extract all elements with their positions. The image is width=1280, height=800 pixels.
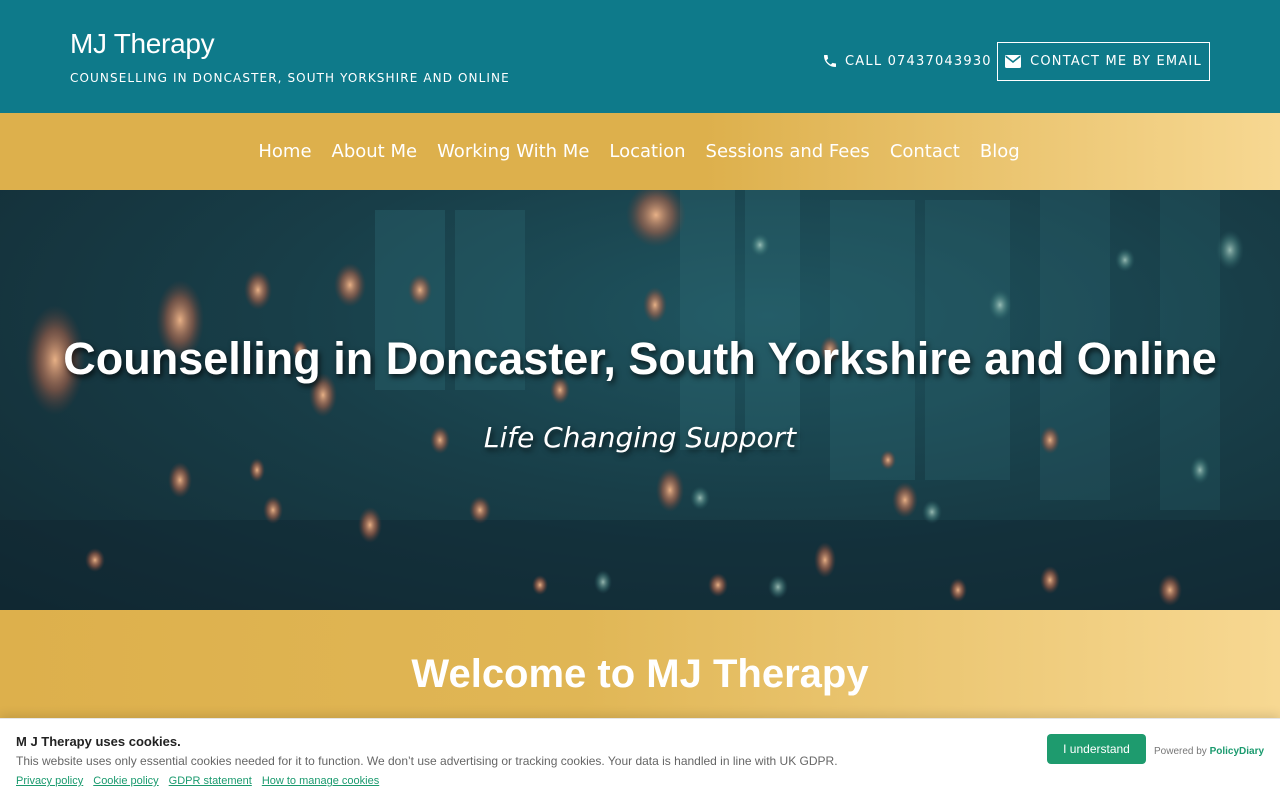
powered-by-prefix: Powered by [1154, 746, 1207, 757]
cookie-policy-link[interactable]: Cookie policy [93, 775, 158, 787]
hero-title: Counselling in Doncaster, South Yorkshir… [63, 333, 1217, 384]
nav-item-blog[interactable]: Blog [980, 141, 1020, 162]
cookie-links: Privacy policy Cookie policy GDPR statem… [16, 775, 379, 787]
nav-item-working-with-me[interactable]: Working With Me [437, 141, 589, 162]
gdpr-statement-link[interactable]: GDPR statement [169, 775, 252, 787]
policydiary-link[interactable]: PolicyDiary [1210, 746, 1264, 757]
welcome-title: Welcome to MJ Therapy [411, 652, 869, 696]
powered-by: Powered by PolicyDiary [1154, 746, 1264, 757]
site-header: MJ Therapy COUNSELLING IN DONCASTER, SOU… [0, 0, 1280, 113]
manage-cookies-link[interactable]: How to manage cookies [262, 775, 379, 787]
nav-item-about-me[interactable]: About Me [332, 141, 418, 162]
hero-tagline: Life Changing Support [483, 421, 797, 454]
phone-icon [824, 55, 836, 67]
hero-background-image [0, 190, 1280, 610]
email-button-label: CONTACT ME BY EMAIL [1030, 54, 1202, 69]
brand-title[interactable]: MJ Therapy [70, 28, 215, 60]
cookie-banner: M J Therapy uses cookies. This website u… [0, 718, 1280, 800]
hero-banner: Counselling in Doncaster, South Yorkshir… [0, 190, 1280, 610]
nav-item-home[interactable]: Home [258, 141, 311, 162]
nav-item-location[interactable]: Location [609, 141, 685, 162]
contact-email-button[interactable]: CONTACT ME BY EMAIL [997, 42, 1210, 81]
cookie-banner-text: This website uses only essential cookies… [16, 754, 838, 768]
call-label: CALL 07437043930 [845, 53, 992, 69]
brand-subtitle: COUNSELLING IN DONCASTER, SOUTH YORKSHIR… [70, 71, 510, 85]
envelope-icon [1005, 55, 1022, 68]
accept-cookies-button[interactable]: I understand [1047, 734, 1146, 764]
nav-item-contact[interactable]: Contact [890, 141, 960, 162]
nav-item-sessions-and-fees[interactable]: Sessions and Fees [706, 141, 870, 162]
call-phone-link[interactable]: CALL 07437043930 [822, 52, 992, 70]
privacy-policy-link[interactable]: Privacy policy [16, 775, 83, 787]
main-nav: Home About Me Working With Me Location S… [0, 113, 1280, 190]
cookie-banner-title: M J Therapy uses cookies. [16, 734, 181, 749]
